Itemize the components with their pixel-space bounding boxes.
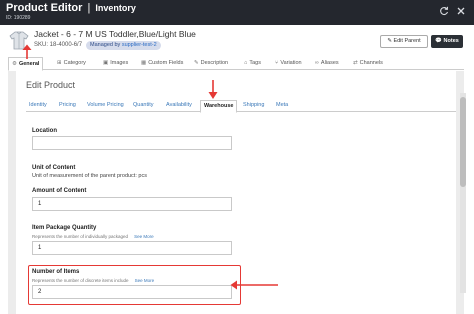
tab-label: Variation	[280, 60, 302, 66]
edit-parent-button[interactable]: ✎ Edit Parent	[380, 35, 428, 48]
description-text: Represents the number of discrete items …	[32, 278, 129, 283]
title-separator: |	[87, 2, 91, 14]
see-more-link[interactable]: See More	[135, 278, 155, 283]
tab-label: Aliases	[320, 60, 339, 66]
tab-label: General	[18, 61, 40, 67]
category-icon: ⊞	[57, 60, 62, 66]
subtab-meta[interactable]: Meta	[273, 100, 291, 112]
item-package-quantity-input[interactable]: 1	[32, 241, 232, 255]
close-icon[interactable]	[455, 6, 467, 18]
link-icon: ∞	[315, 60, 319, 66]
content-panel: Edit Product Identity Pricing Volume Pri…	[8, 71, 466, 314]
gears-icon: ⚙	[12, 61, 17, 67]
product-sku: SKU: 18-4000-6/7	[34, 42, 83, 48]
amount-of-content-input[interactable]: 1	[32, 197, 232, 211]
number-of-items-description: Represents the number of discrete items …	[32, 278, 154, 283]
window-title: Product Editor | Inventory	[6, 2, 136, 14]
annotation-arrow-down-icon	[208, 80, 218, 99]
notes-label: Notes	[443, 38, 459, 44]
window-titlebar: Product Editor | Inventory ID: 190289	[0, 0, 474, 25]
images-icon: ▣	[103, 60, 109, 66]
edit-product-panel: Edit Product Identity Pricing Volume Pri…	[16, 71, 466, 314]
scrollbar-thumb[interactable]	[460, 97, 466, 187]
tab-variation[interactable]: ⑂ Variation	[272, 57, 305, 70]
managed-by-prefix: Managed by	[90, 42, 121, 48]
edit-parent-label: Edit Parent	[393, 38, 421, 44]
description-text: Represents the number of individually pa…	[32, 234, 129, 239]
see-more-link[interactable]: See More	[134, 234, 154, 239]
location-label: Location	[32, 128, 57, 134]
tab-label: Channels	[359, 60, 383, 66]
scrollbar[interactable]	[460, 93, 466, 293]
app-title: Product Editor	[6, 2, 83, 14]
amount-of-content-label: Amount of Content	[32, 188, 87, 194]
tab-aliases[interactable]: ∞ Aliases	[312, 57, 342, 70]
tab-tags[interactable]: ⌂ Tags	[241, 57, 264, 70]
module-name: Inventory	[95, 3, 136, 13]
item-package-quantity-label: Item Package Quantity	[32, 225, 97, 231]
comment-icon: 💬	[435, 38, 443, 44]
tag-icon: ⌂	[244, 60, 248, 66]
tab-label: Category	[63, 60, 86, 66]
subtab-pricing[interactable]: Pricing	[56, 100, 79, 112]
tab-label: Custom Fields	[148, 60, 184, 66]
subtab-volume-pricing[interactable]: Volume Pricing	[84, 100, 127, 112]
managed-by-supplier: supplier-test-2	[121, 42, 157, 48]
tab-custom-fields[interactable]: ▦ Custom Fields	[138, 57, 186, 70]
number-of-items-label: Number of Items	[32, 269, 80, 275]
product-header: Jacket - 6 - 7 M US Toddler,Blue/Light B…	[0, 25, 474, 57]
tab-images[interactable]: ▣ Images	[100, 57, 131, 70]
tab-label: Images	[110, 60, 129, 66]
branch-icon: ⑂	[275, 60, 279, 66]
tab-label: Description	[200, 60, 229, 66]
tab-channels[interactable]: ⇄ Channels	[350, 57, 386, 70]
annotation-arrow-left-icon	[230, 280, 278, 290]
item-package-quantity-description: Represents the number of individually pa…	[32, 234, 154, 239]
product-name: Jacket - 6 - 7 M US Toddler,Blue/Light B…	[34, 29, 196, 39]
tab-description[interactable]: ✎ Description	[191, 57, 231, 70]
subtab-warehouse[interactable]: Warehouse	[200, 100, 238, 113]
notes-button[interactable]: 💬 Notes	[431, 35, 463, 48]
record-id: ID: 190289	[6, 15, 31, 21]
unit-of-content-label: Unit of Content	[32, 165, 76, 171]
location-input[interactable]	[32, 136, 232, 150]
subtab-shipping[interactable]: Shipping	[240, 100, 267, 112]
tab-category[interactable]: ⊞ Category	[54, 57, 89, 70]
share-icon: ⇄	[353, 60, 358, 66]
number-of-items-input[interactable]: 2	[32, 285, 232, 299]
subtab-availability[interactable]: Availability	[163, 100, 195, 112]
main-tabs: ⚙ General ⊞ Category ▣ Images ▦ Custom Field…	[8, 57, 464, 71]
edit-product-subtabs: Identity Pricing Volume Pricing Quantity…	[26, 100, 456, 113]
edit-icon: ✎	[194, 60, 199, 66]
subtab-quantity[interactable]: Quantity	[130, 100, 156, 112]
refresh-icon[interactable]	[438, 6, 450, 18]
managed-by-badge[interactable]: Managed by supplier-test-2	[86, 41, 161, 50]
edit-icon: ✎	[387, 38, 392, 44]
unit-of-content-text: Unit of measurement of the parent produc…	[32, 173, 147, 179]
edit-product-title: Edit Product	[26, 80, 76, 90]
tab-label: Tags	[249, 60, 261, 66]
subtab-identity[interactable]: Identity	[26, 100, 50, 112]
annotation-arrow-up-icon	[22, 44, 32, 59]
grid-icon: ▦	[141, 60, 147, 66]
